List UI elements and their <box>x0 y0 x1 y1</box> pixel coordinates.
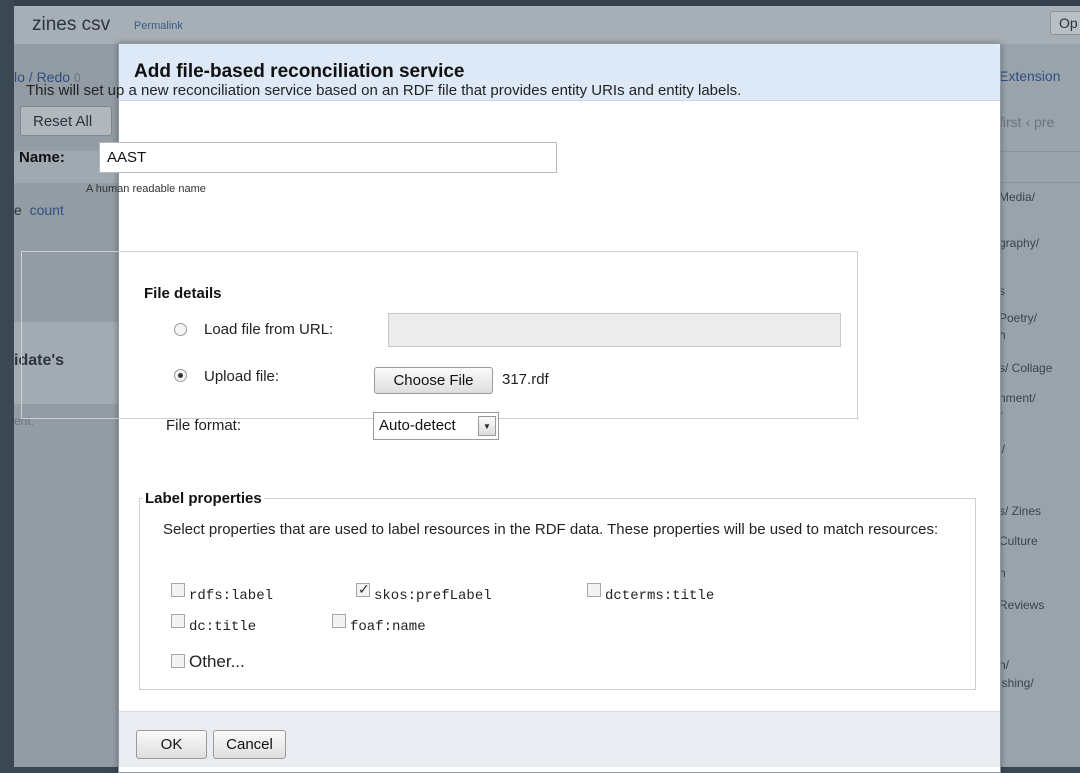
rdfs-label-text: rdfs:label <box>189 588 274 604</box>
rdfs-label-checkbox[interactable] <box>171 583 185 597</box>
cell-text: ishing/ <box>999 676 1034 690</box>
reset-all-button[interactable]: Reset All <box>20 106 112 136</box>
foaf-name-checkbox[interactable] <box>332 614 346 628</box>
cell-text: s/ Zines <box>999 504 1042 518</box>
row-divider <box>999 151 1080 152</box>
foaf-name-text: foaf:name <box>350 619 426 635</box>
cell-text: Culture <box>999 534 1038 548</box>
window-frame-left <box>0 0 14 767</box>
name-label: Name: <box>19 149 65 166</box>
row-divider <box>999 182 1080 183</box>
dialog-intro-text: This will set up a new reconciliation se… <box>26 82 742 99</box>
cell-text: Media/ <box>999 190 1036 204</box>
file-url-input[interactable] <box>388 313 841 347</box>
permalink-link[interactable]: Permalink <box>134 20 183 32</box>
cell-text: Poetry/ <box>999 311 1038 325</box>
ok-button[interactable]: OK <box>136 730 207 759</box>
count-link[interactable]: e count <box>14 202 64 218</box>
file-details-legend: File details <box>142 285 224 302</box>
checkmark-icon: ✓ <box>358 581 370 597</box>
dcterms-title-checkbox[interactable] <box>587 583 601 597</box>
dc-title-checkbox[interactable] <box>171 614 185 628</box>
other-label: Other... <box>189 652 245 671</box>
cell-text: nment/ <box>999 391 1036 405</box>
name-input[interactable] <box>99 142 557 173</box>
dc-title-text: dc:title <box>189 619 257 635</box>
chosen-file-name: 317.rdf <box>502 371 549 388</box>
skos-preflabel-checkbox[interactable]: ✓ <box>356 581 370 597</box>
dcterms-title-text: dcterms:title <box>605 588 715 604</box>
other-checkbox[interactable] <box>171 654 185 668</box>
file-format-label: File format: <box>166 417 242 434</box>
extensions-menu[interactable]: Extension <box>999 68 1060 84</box>
cancel-button[interactable]: Cancel <box>213 730 286 759</box>
name-hint: A human readable name <box>86 183 206 195</box>
load-url-label: Load file from URL: <box>204 321 334 338</box>
open-button[interactable]: Op <box>1050 11 1080 35</box>
chevron-down-icon: ▼ <box>478 416 496 436</box>
cell-text: Reviews <box>999 598 1045 612</box>
project-title: zines csv <box>32 14 111 35</box>
upload-file-radio[interactable] <box>174 369 187 382</box>
label-properties-description: Select properties that are used to label… <box>163 521 939 538</box>
pager[interactable]: first ‹ pre <box>999 114 1054 130</box>
upload-file-label: Upload file: <box>204 368 280 385</box>
label-properties-legend: Label properties <box>143 490 264 507</box>
load-url-radio[interactable] <box>174 323 187 336</box>
file-format-value: Auto-detect <box>379 417 456 434</box>
choose-file-button[interactable]: Choose File <box>374 367 493 394</box>
skos-preflabel-text: skos:prefLabel <box>374 588 492 604</box>
cell-text: s/ Collage <box>999 361 1053 375</box>
file-format-select[interactable]: Auto-detect ▼ <box>373 412 499 440</box>
right-panel <box>999 44 1080 767</box>
cell-text: graphy/ <box>999 236 1040 250</box>
